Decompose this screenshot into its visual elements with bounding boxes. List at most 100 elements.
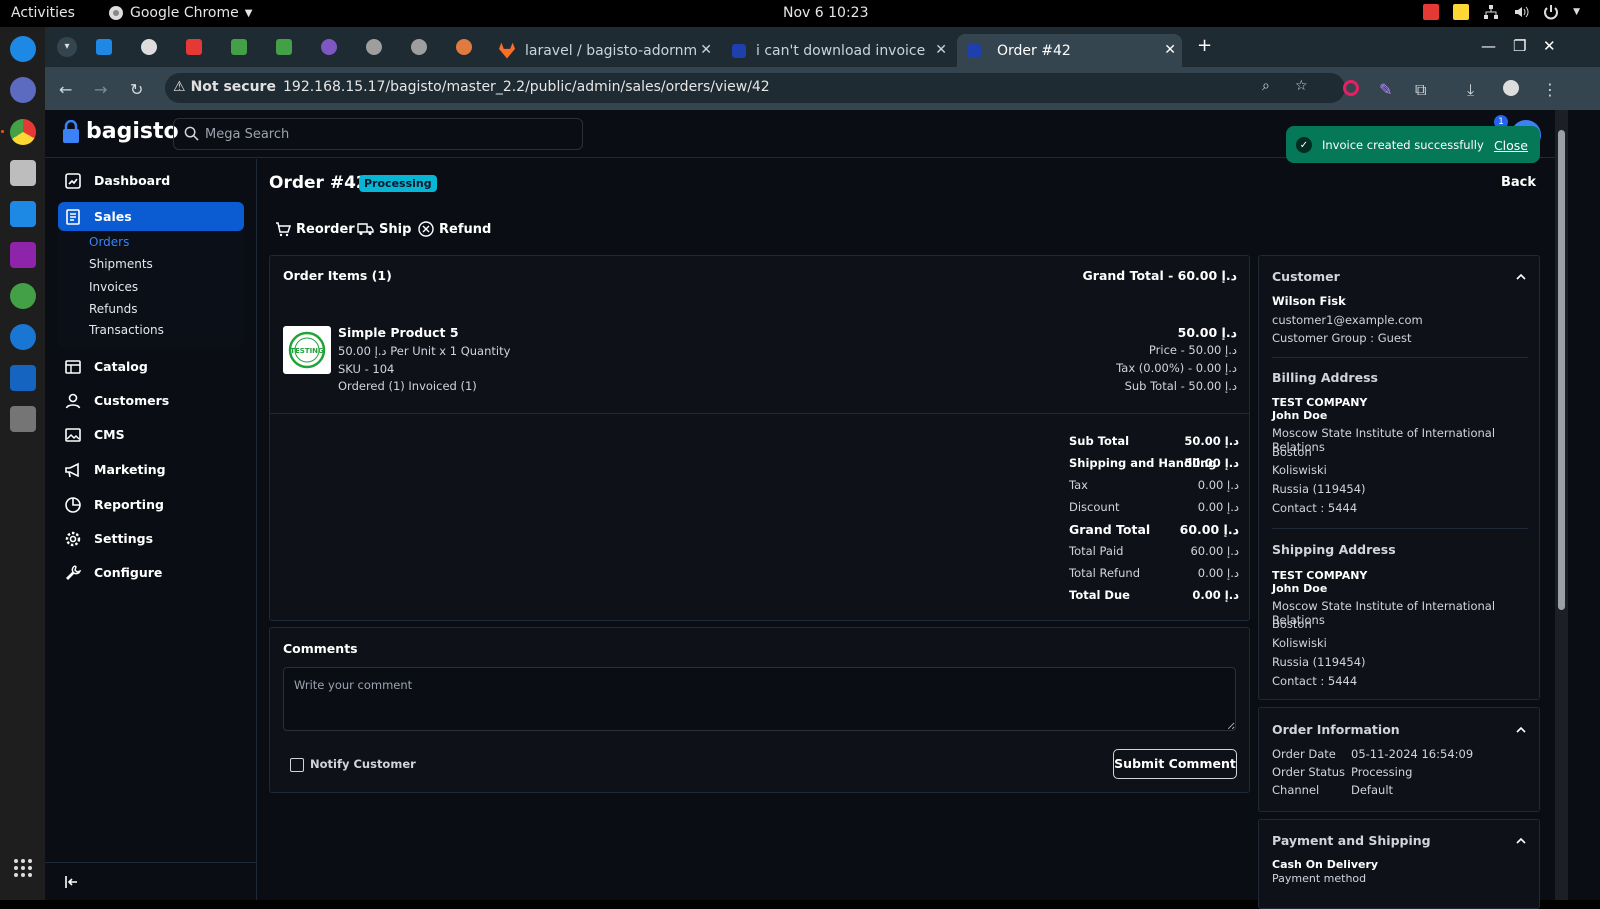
tab-close-icon[interactable]: ✕ xyxy=(700,42,712,58)
zoom-icon[interactable]: ⌕ xyxy=(1262,78,1270,94)
tray-caret-icon[interactable]: ▼ xyxy=(1573,7,1580,17)
sidebar-item-reporting[interactable]: Reporting xyxy=(58,490,244,519)
billing-company: TEST COMPANY xyxy=(1272,396,1368,409)
chevron-up-icon[interactable] xyxy=(1515,271,1527,283)
product-name[interactable]: Simple Product 5 xyxy=(338,325,459,340)
sidebar-item-catalog[interactable]: Catalog xyxy=(58,352,244,381)
sidebar-subitem-shipments[interactable]: Shipments xyxy=(89,257,153,271)
customer-group: Customer Group : Guest xyxy=(1272,331,1412,345)
sidebar-item-label: Settings xyxy=(94,531,154,546)
pinned-tab-claude-icon[interactable] xyxy=(456,39,472,55)
notify-customer-label[interactable]: Notify Customer xyxy=(310,757,416,771)
profile-avatar-icon[interactable] xyxy=(1503,80,1519,96)
tab-gitlab[interactable]: laravel / bagisto-adornm ✕ xyxy=(493,34,718,67)
summary-label: Tax xyxy=(1069,478,1088,492)
address-bar[interactable]: ⚠ Not secure 192.168.15.17/bagisto/maste… xyxy=(165,73,1345,103)
network-icon[interactable] xyxy=(1483,4,1499,20)
notes-indicator-icon[interactable] xyxy=(1453,4,1470,20)
user-icon xyxy=(65,393,81,408)
volume-icon[interactable] xyxy=(1513,4,1529,20)
clock[interactable]: Nov 6 10:23 xyxy=(783,5,868,21)
sidebar-item-label: Reporting xyxy=(94,497,164,512)
text-editor-icon[interactable] xyxy=(10,201,36,227)
close-window-icon[interactable]: ✕ xyxy=(1543,37,1556,55)
app-indicator-icon[interactable] xyxy=(1423,4,1440,20)
mega-search-input[interactable]: Mega Search xyxy=(173,118,583,150)
scrollbar-thumb[interactable] xyxy=(1558,130,1565,610)
pinned-tab-youtube-icon[interactable] xyxy=(186,39,202,55)
gear-icon xyxy=(65,531,81,546)
system-top-bar: Activities Google Chrome ▼ Nov 6 10:23 ▼ xyxy=(0,0,1600,27)
back-link[interactable]: Back xyxy=(1501,175,1536,190)
shipping-contact: Contact : 5444 xyxy=(1272,674,1358,688)
activities-button[interactable]: Activities xyxy=(11,5,75,21)
pinned-tab-sheets-icon[interactable] xyxy=(276,39,292,55)
disk-icon[interactable] xyxy=(10,406,36,432)
pinned-tab-globe-icon[interactable] xyxy=(366,39,382,55)
sidebar-item-marketing[interactable]: Marketing xyxy=(58,455,244,484)
bookmark-star-icon[interactable]: ☆ xyxy=(1295,78,1308,94)
toast-close-button[interactable]: Close xyxy=(1494,138,1528,153)
page-scrollbar[interactable] xyxy=(1555,110,1568,900)
download-icon[interactable]: ⤓ xyxy=(1467,80,1474,100)
tab-search-icon[interactable]: ▾ xyxy=(57,37,77,57)
chevron-up-icon[interactable] xyxy=(1515,724,1527,736)
restore-icon[interactable]: ❐ xyxy=(1513,37,1526,55)
sidebar-subitem-invoices[interactable]: Invoices xyxy=(89,280,138,294)
media-app-icon[interactable] xyxy=(10,242,36,268)
power-icon[interactable] xyxy=(1543,4,1559,20)
sidebar-item-dashboard[interactable]: Dashboard xyxy=(58,166,244,195)
extension-feather-icon[interactable]: ✎ xyxy=(1379,80,1392,99)
notify-customer-checkbox[interactable] xyxy=(290,758,304,772)
extensions-puzzle-icon[interactable]: ⧉ xyxy=(1415,80,1426,100)
pinned-tab-app-icon[interactable] xyxy=(321,39,337,55)
new-tab-icon[interactable]: + xyxy=(1197,35,1212,56)
sidebar-item-customers[interactable]: Customers xyxy=(58,386,244,415)
extension-icon[interactable] xyxy=(1343,80,1359,96)
vscode-icon[interactable] xyxy=(10,365,36,391)
app-menu[interactable]: Google Chrome ▼ xyxy=(108,5,252,21)
sidebar-item-sales[interactable]: Sales xyxy=(58,202,244,231)
reorder-button[interactable]: Reorder xyxy=(275,221,355,237)
submit-comment-button[interactable]: Submit Comment xyxy=(1113,749,1237,779)
minimize-icon[interactable]: — xyxy=(1481,37,1496,55)
sidebar-item-configure[interactable]: Configure xyxy=(58,558,244,587)
pinned-tab-sheets-icon[interactable] xyxy=(231,39,247,55)
sidebar-subitem-refunds[interactable]: Refunds xyxy=(89,302,138,316)
sidebar-item-settings[interactable]: Settings xyxy=(58,524,244,553)
pinned-tab-globe-icon[interactable] xyxy=(411,39,427,55)
thunderbird-icon[interactable] xyxy=(10,36,36,62)
tab-close-icon[interactable]: ✕ xyxy=(1164,42,1176,58)
summary-value: 50.00 د.إ xyxy=(1184,434,1239,448)
forward-icon[interactable]: → xyxy=(94,80,107,99)
sidebar-collapse-button[interactable] xyxy=(45,862,257,900)
files-icon[interactable] xyxy=(10,160,36,186)
tab-order-42[interactable]: Order #42 ✕ xyxy=(957,34,1182,67)
comment-textarea[interactable] xyxy=(283,667,1236,731)
pinned-tab-icon[interactable] xyxy=(96,39,112,55)
reload-icon[interactable]: ↻ xyxy=(130,80,143,99)
ship-button[interactable]: Ship xyxy=(357,221,411,237)
whatsapp-icon[interactable] xyxy=(10,283,36,309)
sidebar-subitem-orders[interactable]: Orders xyxy=(89,235,129,249)
sidebar-subitem-transactions[interactable]: Transactions xyxy=(89,323,164,337)
product-unit-line: 50.00 د.إ Per Unit x 1 Quantity xyxy=(338,344,511,358)
browser-menu-icon[interactable]: ⋮ xyxy=(1542,80,1558,99)
back-icon[interactable]: ← xyxy=(59,80,72,99)
divider xyxy=(270,413,1249,414)
sidebar-item-cms[interactable]: CMS xyxy=(58,420,244,449)
site-info-button[interactable]: ⚠ Not secure xyxy=(173,79,276,95)
customer-panel: Customer Wilson Fisk customer1@example.c… xyxy=(1258,255,1540,700)
tab-invoice-question[interactable]: i can't download invoice ✕ xyxy=(728,34,953,67)
bagisto-logo[interactable]: bagisto xyxy=(62,119,179,144)
chromium-icon[interactable] xyxy=(10,324,36,350)
url-text[interactable]: 192.168.15.17/bagisto/master_2.2/public/… xyxy=(283,79,770,95)
refund-button[interactable]: Refund xyxy=(418,221,491,237)
tab-close-icon[interactable]: ✕ xyxy=(935,42,947,58)
pinned-tab-openai-icon[interactable] xyxy=(141,39,157,55)
show-apps-icon[interactable] xyxy=(13,858,33,878)
payment-heading: Payment and Shipping xyxy=(1272,833,1431,848)
google-chrome-icon[interactable] xyxy=(10,119,36,145)
chevron-up-icon[interactable] xyxy=(1515,835,1527,847)
chat-app-icon[interactable] xyxy=(10,77,36,103)
